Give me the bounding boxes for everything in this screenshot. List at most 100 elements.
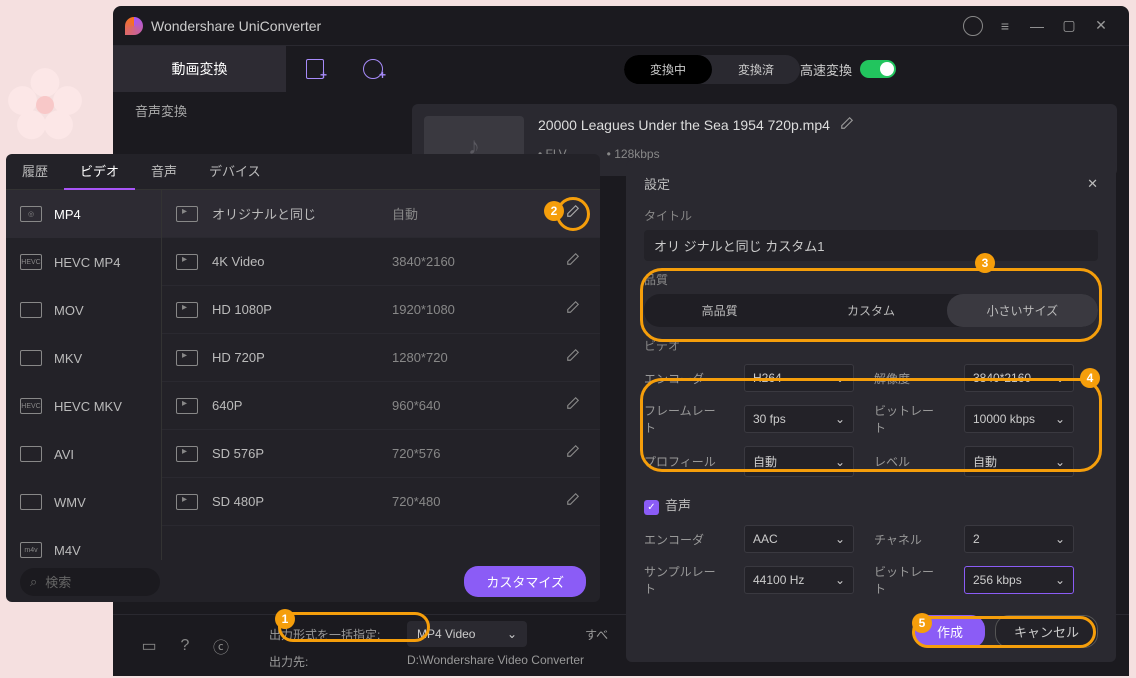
settings-panel: 設定 ✕ タイトル 品質 高品質 カスタム 小さいサイズ ビデオ エンコーダ H… <box>626 160 1116 662</box>
fmt-container-mkv[interactable]: MKV <box>6 334 161 382</box>
format-panel: 履歴 ビデオ 音声 デバイス ◎MP4 HEVCHEVC MP4 MOV MKV… <box>6 154 600 602</box>
fast-convert-toggle[interactable] <box>860 60 896 78</box>
fmt-container-mp4[interactable]: ◎MP4 <box>6 190 161 238</box>
library-icon[interactable]: ▭ <box>131 636 167 656</box>
sidebar: 動画変換 <box>113 46 286 92</box>
v-level-select[interactable]: 自動⌄ <box>964 446 1074 477</box>
sidebar-list: 音声変換 <box>113 92 286 128</box>
video-icon <box>176 398 198 414</box>
edit-filename-icon[interactable] <box>840 116 854 133</box>
a-channel-label: チャネル <box>874 531 944 548</box>
m4v-icon: m4v <box>20 542 42 558</box>
status-tabs: 変換中 変換済 <box>624 55 800 84</box>
all-label: すべ <box>585 626 608 643</box>
tab-converting[interactable]: 変換中 <box>624 55 712 84</box>
account-icon[interactable] <box>957 10 989 42</box>
file-name: 20000 Leagues Under the Sea 1954 720p.mp… <box>538 117 830 133</box>
a-encoder-select[interactable]: AAC⌄ <box>744 525 854 553</box>
annotation-badge-3: 3 <box>975 253 995 273</box>
annotation-badge-1: 1 <box>275 609 295 629</box>
close-icon[interactable]: ✕ <box>1087 176 1098 192</box>
title-field-label: タイトル <box>644 207 1098 224</box>
output-format-select[interactable]: MP4 Video⌄ <box>407 621 527 647</box>
annotation-badge-2: 2 <box>544 201 564 221</box>
fmt-container-mov[interactable]: MOV <box>6 286 161 334</box>
container-icon <box>20 494 42 510</box>
output-dest-label: 出力先: <box>269 653 399 670</box>
quality-small[interactable]: 小さいサイズ <box>947 294 1098 327</box>
add-recent-button[interactable] <box>356 52 390 86</box>
video-icon <box>176 494 198 510</box>
cancel-button[interactable]: キャンセル <box>995 615 1098 648</box>
fmt-tab-history[interactable]: 履歴 <box>6 154 64 190</box>
video-icon <box>176 206 198 222</box>
edit-preset-icon[interactable] <box>566 300 586 320</box>
title-input[interactable] <box>644 230 1098 261</box>
edit-preset-icon[interactable] <box>566 348 586 368</box>
edit-preset-icon[interactable] <box>566 252 586 272</box>
hevc-icon: HEVC <box>20 254 42 270</box>
chevron-down-icon: ⌄ <box>1055 412 1065 426</box>
sidebar-item-audio-convert[interactable]: 音声変換 <box>113 92 286 128</box>
preset-row[interactable]: 4K Video3840*2160 <box>162 238 600 286</box>
sidebar-item-video-convert[interactable]: 動画変換 <box>113 46 286 92</box>
preset-row[interactable]: HD 720P1280*720 <box>162 334 600 382</box>
v-resolution-select[interactable]: 3840*2160⌄ <box>964 364 1074 392</box>
license-icon[interactable]: ⓒ <box>203 634 239 658</box>
fmt-tab-audio[interactable]: 音声 <box>135 154 193 190</box>
a-bitrate-select[interactable]: 256 kbps⌄ <box>964 566 1074 594</box>
preset-row[interactable]: SD 576P720*576 <box>162 430 600 478</box>
fmt-container-wmv[interactable]: WMV <box>6 478 161 526</box>
close-button[interactable]: ✕ <box>1085 10 1117 42</box>
fmt-container-hevc-mkv[interactable]: HEVCHEVC MKV <box>6 382 161 430</box>
preset-row[interactable]: オリジナルと同じ自動 <box>162 190 600 238</box>
fmt-container-m4v[interactable]: m4vM4V <box>6 526 161 560</box>
a-samplerate-label: サンプルレート <box>644 563 724 597</box>
fast-convert-label: 高速変換 <box>800 60 852 79</box>
fmt-container-hevc-mp4[interactable]: HEVCHEVC MP4 <box>6 238 161 286</box>
audio-checkbox[interactable]: ✓ <box>644 500 659 515</box>
fmt-tab-video[interactable]: ビデオ <box>64 154 135 190</box>
format-tabs: 履歴 ビデオ 音声 デバイス <box>6 154 600 190</box>
annotation-badge-4: 4 <box>1080 368 1100 388</box>
video-icon <box>176 302 198 318</box>
preset-row[interactable]: 640P960*640 <box>162 382 600 430</box>
hevc-icon: HEVC <box>20 398 42 414</box>
v-bitrate-label: ビットレート <box>874 402 944 436</box>
v-encoder-select[interactable]: H264⌄ <box>744 364 854 392</box>
chevron-down-icon: ⌄ <box>835 371 845 385</box>
chevron-down-icon: ⌄ <box>1055 371 1065 385</box>
chevron-down-icon: ⌄ <box>507 627 517 641</box>
edit-preset-icon[interactable] <box>566 204 586 224</box>
format-search-input[interactable]: ⌕検索 <box>20 568 160 596</box>
maximize-button[interactable]: ▢ <box>1053 10 1085 42</box>
add-file-button[interactable] <box>298 52 332 86</box>
preset-row[interactable]: SD 480P720*480 <box>162 478 600 526</box>
chevron-down-icon: ⌄ <box>1055 573 1065 587</box>
video-icon <box>176 350 198 366</box>
minimize-button[interactable]: — <box>1021 10 1053 42</box>
customize-button[interactable]: カスタマイズ <box>464 566 586 597</box>
preset-row[interactable]: HD 1080P1920*1080 <box>162 286 600 334</box>
v-bitrate-select[interactable]: 10000 kbps⌄ <box>964 405 1074 433</box>
v-resolution-label: 解像度 <box>874 370 944 387</box>
decorative-flower <box>0 60 90 150</box>
help-icon[interactable]: ? <box>167 637 203 655</box>
quality-custom[interactable]: カスタム <box>795 294 946 327</box>
fmt-tab-device[interactable]: デバイス <box>193 154 277 190</box>
edit-preset-icon[interactable] <box>566 396 586 416</box>
output-dest-value: D:\Wondershare Video Converter <box>407 653 584 670</box>
chevron-down-icon: ⌄ <box>1055 455 1065 469</box>
v-profile-select[interactable]: 自動⌄ <box>744 446 854 477</box>
v-framerate-select[interactable]: 30 fps⌄ <box>744 405 854 433</box>
video-section-label: ビデオ <box>644 337 1098 354</box>
tab-done[interactable]: 変換済 <box>712 55 800 84</box>
a-samplerate-select[interactable]: 44100 Hz⌄ <box>744 566 854 594</box>
settings-title: 設定 <box>644 174 670 193</box>
a-channel-select[interactable]: 2⌄ <box>964 525 1074 553</box>
edit-preset-icon[interactable] <box>566 492 586 512</box>
menu-icon[interactable]: ≡ <box>989 10 1021 42</box>
fmt-container-avi[interactable]: AVI <box>6 430 161 478</box>
edit-preset-icon[interactable] <box>566 444 586 464</box>
quality-high[interactable]: 高品質 <box>644 294 795 327</box>
